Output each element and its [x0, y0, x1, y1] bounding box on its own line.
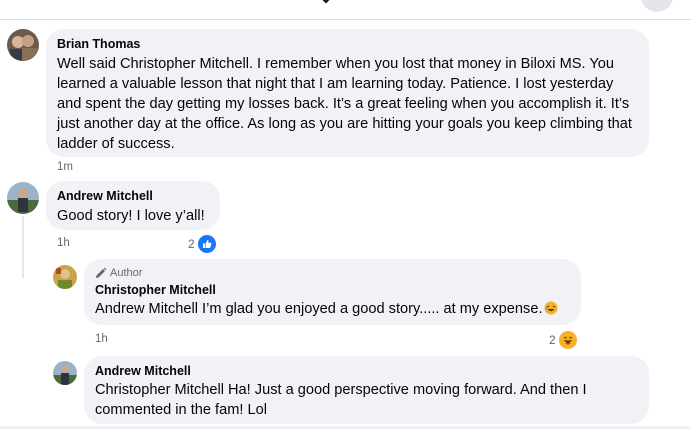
pencil-icon: [96, 267, 107, 278]
reply-text: Christopher Mitchell Ha! Just a good per…: [95, 382, 587, 418]
top-bar: [0, 0, 691, 20]
reaction-count: 2: [188, 237, 195, 251]
author-badge-label: Author: [110, 267, 143, 279]
dropdown-icon[interactable]: [318, 0, 334, 5]
haha-icon: [557, 330, 578, 350]
avatar-brian-thomas[interactable]: [7, 29, 39, 61]
reply-author[interactable]: Andrew Mitchell: [95, 363, 637, 379]
comment-author[interactable]: Brian Thomas: [57, 36, 637, 52]
reply-timestamp[interactable]: 1h: [95, 333, 108, 345]
comment-text: Well said Christopher Mitchell. I rememb…: [57, 56, 632, 152]
reply-thread-line: [22, 216, 24, 278]
avatar-andrew-mitchell[interactable]: [7, 182, 39, 214]
reaction-summary[interactable]: 2: [188, 234, 217, 254]
reply-bubble: Andrew Mitchell Christopher Mitchell Ha!…: [84, 356, 649, 424]
reply-bubble: Author Christopher Mitchell Andrew Mitch…: [84, 259, 581, 325]
close-button[interactable]: [641, 0, 673, 12]
reply-author[interactable]: Christopher Mitchell: [95, 282, 569, 298]
comment-bubble: Andrew Mitchell Good story! I love y’all…: [46, 181, 220, 230]
avatar-andrew-mitchell[interactable]: [53, 361, 77, 385]
reaction-count: 2: [549, 333, 556, 347]
comment-author[interactable]: Andrew Mitchell: [57, 188, 208, 204]
avatar-christopher-mitchell[interactable]: [53, 265, 77, 289]
comment-text: Good story! I love y’all!: [57, 208, 205, 224]
comment-timestamp[interactable]: 1m: [57, 161, 73, 173]
comment-bubble: Brian Thomas Well said Christopher Mitch…: [46, 29, 649, 157]
like-icon: [196, 234, 217, 254]
reply-text: Andrew Mitchell I’m glad you enjoyed a g…: [95, 299, 569, 321]
comment-timestamp[interactable]: 1h: [57, 237, 70, 249]
author-badge: Author: [95, 266, 569, 280]
laughing-emoji-icon: [544, 301, 558, 321]
reaction-summary[interactable]: 2: [549, 330, 578, 350]
